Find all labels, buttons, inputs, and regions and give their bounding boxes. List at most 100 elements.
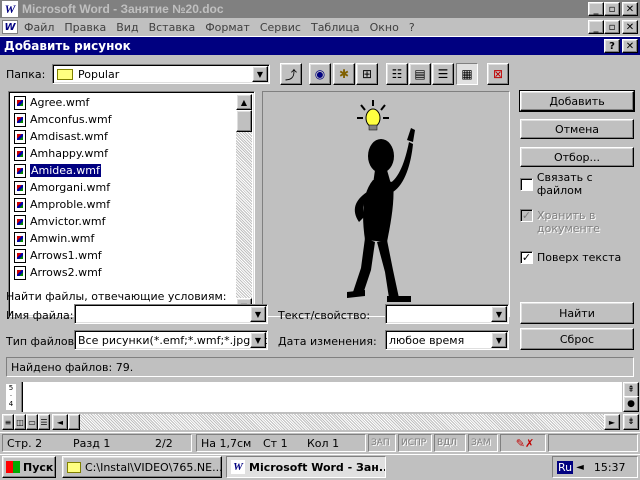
menu-tools[interactable]: Сервис (260, 21, 301, 34)
list-view-icon[interactable]: ☷ (386, 63, 408, 85)
menu-help[interactable]: ? (409, 21, 415, 34)
wmf-file-icon (14, 265, 26, 280)
doc-close-button[interactable]: ✕ (622, 20, 638, 34)
file-item[interactable]: Amdisast.wmf (11, 128, 236, 145)
select-browse-icon[interactable]: ● (623, 396, 639, 412)
file-item[interactable]: Amconfus.wmf (11, 111, 236, 128)
status-ext[interactable]: ВДЛ (434, 434, 466, 452)
menu-table[interactable]: Таблица (311, 21, 360, 34)
menu-window[interactable]: Окно (370, 21, 399, 34)
next-page-icon[interactable]: ⇟ (623, 414, 639, 430)
folder-value: Popular (78, 67, 120, 81)
task-word[interactable]: W Microsoft Word - Зан... (226, 456, 386, 478)
link-to-file-checkbox[interactable]: Связать с файлом (520, 171, 640, 197)
help-button[interactable]: ? (604, 39, 620, 53)
details-view-icon[interactable]: ▤ (409, 63, 431, 85)
clock: 15:37 (593, 460, 626, 474)
scroll-thumb[interactable] (236, 110, 252, 132)
file-list-scrollbar[interactable]: ▲ ▼ (236, 94, 252, 314)
file-item[interactable]: Agree.wmf (11, 94, 236, 111)
lightbulb-icon (357, 100, 389, 131)
reset-button[interactable]: Сброс (520, 328, 634, 350)
favorites-icon[interactable]: ✱ (333, 63, 355, 85)
file-item[interactable]: Amproble.wmf (11, 196, 236, 213)
text-property-dropdown-button[interactable]: ▼ (491, 306, 507, 322)
status-trk[interactable]: ИСПР (398, 434, 432, 452)
add-button[interactable]: Добавить (519, 90, 635, 112)
menu-insert[interactable]: Вставка (149, 21, 196, 34)
doc-restore-button[interactable]: ▫ (604, 20, 620, 34)
file-list[interactable]: Agree.wmf Amconfus.wmf Amdisast.wmf Amha… (8, 91, 255, 317)
status-rec[interactable]: ЗАП (368, 434, 396, 452)
file-item[interactable]: Amhappy.wmf (11, 145, 236, 162)
view-buttons-bar: ≡ ◫ ▭ ☰ ◄ ► ⇟ (0, 414, 640, 430)
word-logo-icon[interactable]: W (2, 1, 18, 17)
dialog-title-bar[interactable]: Добавить рисунок ? ✕ (0, 37, 640, 55)
status-ovr[interactable]: ЗАМ (468, 434, 498, 452)
document-area[interactable] (22, 382, 622, 412)
filename-dropdown-button[interactable]: ▼ (250, 306, 266, 322)
float-over-text-checkbox[interactable]: ✓ Поверх текста (520, 251, 621, 264)
outline-view-icon[interactable]: ☰ (38, 414, 50, 430)
store-in-document-checkbox: ✓ Хранить в документе (520, 209, 600, 235)
file-item-selected[interactable]: Amidea.wmf (11, 162, 236, 179)
text-property-label: Текст/свойство: (278, 309, 371, 322)
tray-speaker-icon[interactable]: ◄ (576, 462, 584, 473)
hscroll-track[interactable] (68, 414, 604, 430)
folder-dropdown-button[interactable]: ▼ (252, 66, 268, 82)
add-to-favorites-icon[interactable]: ⊞ (356, 63, 378, 85)
date-modified-dropdown-button[interactable]: ▼ (491, 332, 507, 348)
filetype-combo[interactable]: Все рисунки(*.emf;*.wmf;*.jpg;*.p ▼ (74, 330, 268, 350)
filename-combo[interactable]: ▼ (74, 304, 268, 324)
find-button[interactable]: Найти (520, 302, 634, 324)
folder-combo[interactable]: Popular ▼ (52, 64, 270, 84)
page-layout-view-icon[interactable]: ▭ (26, 414, 38, 430)
link-to-file-check[interactable] (520, 177, 533, 191)
language-indicator[interactable]: Ru (557, 460, 574, 474)
doc-icon[interactable]: W (2, 20, 18, 34)
hscroll-left-button[interactable]: ◄ (52, 414, 68, 430)
file-item[interactable]: Arrows1.wmf (11, 247, 236, 264)
insert-picture-dialog: Добавить рисунок ? ✕ Папка: Popular ▼ ⤴ … (0, 36, 640, 382)
word-title-bar[interactable]: W Microsoft Word - Занятие №20.doc _ ▫ ✕ (0, 0, 640, 18)
status-position: На 1,7см Ст 1 Кол 1 (196, 434, 366, 452)
close-button[interactable]: ✕ (622, 2, 638, 16)
hscroll-thumb[interactable] (68, 414, 80, 430)
wmf-file-icon (14, 129, 26, 144)
normal-view-icon[interactable]: ≡ (2, 414, 14, 430)
task-explorer[interactable]: C:\Instal\VIDEO\765.NE... (62, 456, 222, 478)
menu-view[interactable]: Вид (116, 21, 138, 34)
status-page: Стр. 2 Разд 1 2/2 (2, 434, 192, 452)
restore-button[interactable]: ▫ (604, 2, 620, 16)
web-search-icon[interactable]: ◉ (309, 63, 331, 85)
text-property-combo[interactable]: ▼ (385, 304, 509, 324)
file-item[interactable]: Amorgani.wmf (11, 179, 236, 196)
minimize-button[interactable]: _ (588, 2, 604, 16)
date-modified-combo[interactable]: любое время ▼ (385, 330, 509, 350)
start-button[interactable]: Пуск (2, 456, 56, 478)
preview-view-icon[interactable]: ▦ (456, 63, 478, 85)
hscroll-right-button[interactable]: ► (604, 414, 620, 430)
search-header: Найти файлы, отвечающие условиям: (6, 290, 227, 303)
doc-minimize-button[interactable]: _ (588, 20, 604, 34)
file-item[interactable]: Arrows2.wmf (11, 264, 236, 281)
up-folder-icon[interactable]: ⤴ (280, 63, 302, 85)
doc-vertical-scrollbar[interactable]: ⇞ ● (622, 382, 640, 412)
cancel-button[interactable]: Отмена (520, 119, 634, 139)
scroll-up-button[interactable]: ▲ (236, 94, 252, 110)
filetype-dropdown-button[interactable]: ▼ (250, 332, 266, 348)
online-layout-view-icon[interactable]: ◫ (14, 414, 26, 430)
menu-format[interactable]: Формат (205, 21, 250, 34)
filter-button[interactable]: Отбор... (520, 147, 634, 167)
menu-file[interactable]: Файл (24, 21, 54, 34)
float-over-text-check[interactable]: ✓ (520, 251, 533, 264)
file-item[interactable]: Amvictor.wmf (11, 213, 236, 230)
dialog-close-button[interactable]: ✕ (622, 39, 638, 53)
commands-icon[interactable]: ⊠ (487, 63, 509, 85)
spelling-status-icon[interactable]: ✎✗ (500, 434, 546, 452)
menu-edit[interactable]: Правка (64, 21, 106, 34)
status-empty (548, 434, 638, 452)
properties-view-icon[interactable]: ☰ (432, 63, 454, 85)
file-item[interactable]: Amwin.wmf (11, 230, 236, 247)
wmf-file-icon (14, 197, 26, 212)
